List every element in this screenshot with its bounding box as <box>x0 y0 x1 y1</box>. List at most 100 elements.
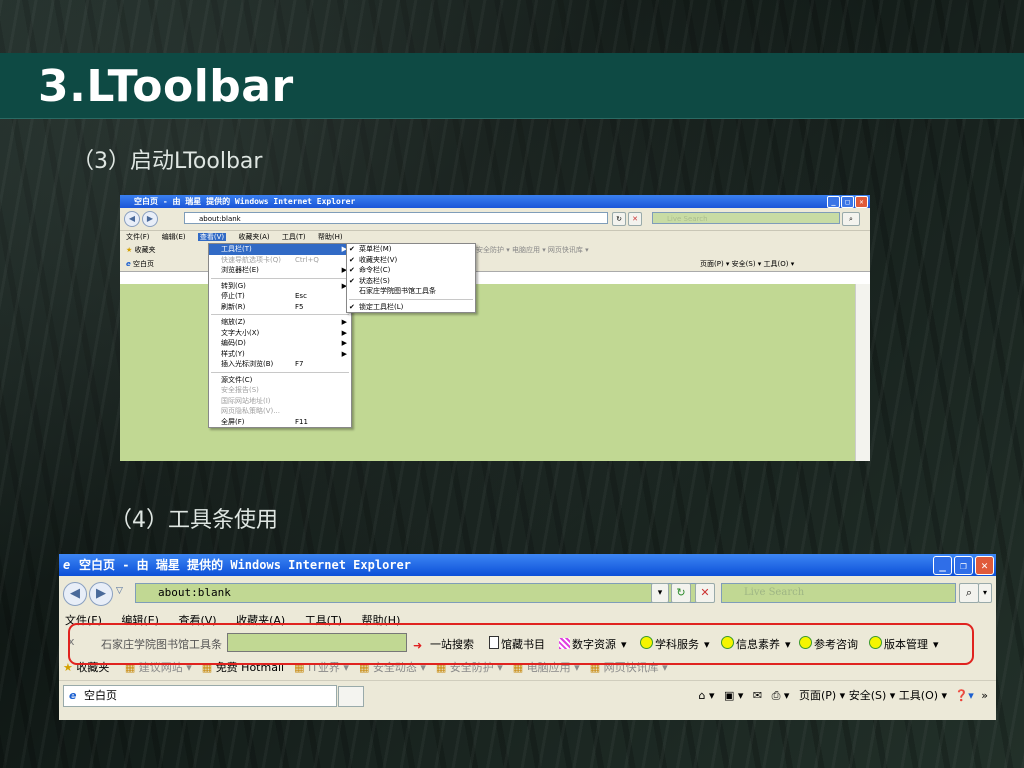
command-bar: ⌂ ▾ ▣ ▾ ✉ ⎙ ▾ 页面(P) ▾ 安全(S) ▾ 工具(O) ▾ ❓▾… <box>698 687 988 703</box>
view-menu-item[interactable]: 安全报告(S) <box>209 385 351 396</box>
toolbar-submenu-item[interactable]: ✔ 状态栏(S) <box>347 276 475 287</box>
toolbar-submenu-item[interactable]: ✔ 命令栏(C) <box>347 265 475 276</box>
view-menu-item[interactable]: 国际网站地址(I) <box>209 396 351 407</box>
menu-item-shortcut: Ctrl+Q <box>295 255 319 264</box>
menu-item-shortcut: F5 <box>295 302 304 311</box>
new-tab-button[interactable] <box>338 686 364 707</box>
menu-view[interactable]: 查看(V) <box>197 233 227 241</box>
menu-help[interactable]: 帮助(H) <box>318 233 343 241</box>
submenu-arrow-icon: ▶ <box>341 349 347 358</box>
view-menu-item[interactable]: 停止(T) Esc <box>209 291 351 302</box>
maximize-button[interactable]: ❐ <box>954 556 973 575</box>
print-icon[interactable]: ⎙ ▾ <box>772 689 790 702</box>
checkmark-icon: ✔ <box>349 255 355 264</box>
tab-blank-page[interactable]: e 空白页 <box>63 685 337 707</box>
search-options-icon[interactable]: ▾ <box>978 583 992 603</box>
stop-icon[interactable]: ✕ <box>695 583 715 603</box>
view-menu-item[interactable]: 插入光标浏览(B) F7 <box>209 359 351 370</box>
toolbar-submenu-item[interactable]: ✔ 收藏夹栏(V) <box>347 255 475 266</box>
menu-item-label: 停止(T) <box>221 292 245 300</box>
address-input[interactable]: about:blank <box>184 212 608 224</box>
menu-item-label: 锁定工具栏(L) <box>359 302 404 311</box>
menu-edit[interactable]: 编辑(E) <box>162 233 186 241</box>
forward-button[interactable]: ▶ <box>89 582 113 606</box>
menu-item-label: 快速导航选项卡(Q) <box>221 255 281 264</box>
toolbar-submenu-item[interactable]: 石家庄学院图书馆工具条 <box>347 286 475 297</box>
minimize-button[interactable]: _ <box>933 556 952 575</box>
view-menu-item[interactable]: 工具栏(T) ▶ <box>209 244 351 255</box>
mail-icon[interactable]: ✉ <box>753 689 762 702</box>
menu-item-label: 编码(D) <box>221 339 246 347</box>
menu-favorites[interactable]: 收藏夹(A) <box>238 233 269 241</box>
menu-item-label: 插入光标浏览(B) <box>221 360 274 368</box>
back-button[interactable]: ◀ <box>124 211 140 227</box>
menu-item-label: 转到(G) <box>221 281 246 290</box>
ie-icon: e <box>126 260 131 268</box>
help-icon[interactable]: ❓▾ <box>955 689 974 702</box>
feeds-icon[interactable]: ▣ ▾ <box>724 689 743 702</box>
menu-item-label: 收藏夹栏(V) <box>359 255 398 264</box>
search-icon[interactable]: ⌕ <box>842 212 860 226</box>
toolbar-submenu-item[interactable]: ✔ 锁定工具栏(L) <box>347 302 475 313</box>
window-title-text: 空白页 - 由 瑞星 提供的 Windows Internet Explorer <box>79 558 411 572</box>
caption-step3: （3）启动LToolbar <box>72 149 263 174</box>
close-button[interactable]: ✕ <box>855 196 868 208</box>
favorites-label[interactable]: 收藏夹 <box>135 246 156 254</box>
view-menu-item[interactable]: 文字大小(X) ▶ <box>209 328 351 339</box>
toolbars-submenu: ✔ 菜单栏(M) ✔ 收藏夹栏(V) ✔ 命令栏(C) ✔ 状态栏(S) 石家庄学院图书馆工具条… <box>346 243 476 313</box>
submenu-arrow-icon: ▶ <box>341 328 347 337</box>
submenu-arrow-icon: ▶ <box>341 318 347 326</box>
minimize-button[interactable]: _ <box>827 196 840 208</box>
address-input[interactable]: about:blank <box>135 583 705 603</box>
vertical-scrollbar[interactable] <box>855 284 870 461</box>
maximize-button[interactable]: □ <box>841 196 854 208</box>
tab-row: e 空白页 ⌂ ▾ ▣ ▾ ✉ ⎙ ▾ 页面(P) ▾ 安全(S) ▾ 工具(O… <box>59 680 996 711</box>
forward-button[interactable]: ▶ <box>142 211 158 227</box>
chevron-down-icon[interactable]: ▽ <box>116 586 123 596</box>
view-menu-item[interactable]: 源文件(C) <box>209 375 351 386</box>
tab-blank-page[interactable]: 空白页 <box>133 260 154 268</box>
view-menu-item[interactable]: 网页隐私策略(V)... <box>209 406 351 417</box>
search-input[interactable]: Live Search <box>721 583 956 603</box>
stop-button[interactable]: ✕ <box>628 212 642 226</box>
search-input[interactable]: Live Search <box>652 212 840 224</box>
dropdown-arrow-icon[interactable]: ▾ <box>651 583 669 603</box>
view-menu-item[interactable]: 全屏(F) F11 <box>209 417 351 428</box>
view-menu-item[interactable]: 缩放(Z) ▶ <box>209 317 351 328</box>
toolbar-submenu-item[interactable]: ✔ 菜单栏(M) <box>347 244 475 255</box>
chevron-more-icon[interactable]: » <box>981 689 988 702</box>
menu-separator <box>211 277 349 279</box>
view-menu-item[interactable]: 转到(G) ▶ <box>209 281 351 292</box>
back-button[interactable]: ◀ <box>63 582 87 606</box>
home-icon[interactable]: ⌂ ▾ <box>698 689 714 702</box>
menu-item-label: 源文件(C) <box>221 375 253 384</box>
menu-file[interactable]: 文件(F) <box>126 233 150 241</box>
view-menu-item[interactable]: 编码(D) ▶ <box>209 338 351 349</box>
command-bar[interactable]: 页面(P) ▾ 安全(S) ▾ 工具(O) ▾ <box>700 257 794 271</box>
view-menu-item[interactable]: 快速导航选项卡(Q) Ctrl+Q <box>209 255 351 266</box>
view-menu-item[interactable]: 刷新(R) F5 <box>209 302 351 313</box>
menu-item-label: 国际网站地址(I) <box>221 396 271 405</box>
address-bar-row: ◀ ▶ ▽ about:blank ▾ ↻ ✕ Live Search ⌕ ▾ <box>59 576 996 612</box>
menu-tools[interactable]: 工具(T) <box>282 233 306 241</box>
favorites-links[interactable]: 安全防护 ▾ 电脑应用 ▾ 网页快讯库 ▾ <box>476 243 589 257</box>
view-menu-item[interactable]: 样式(Y) ▶ <box>209 349 351 360</box>
ie-icon: e <box>63 558 71 572</box>
menu-item-label: 网页隐私策略(V)... <box>221 407 280 415</box>
checkmark-icon: ✔ <box>349 266 355 274</box>
command-menus[interactable]: 页面(P) ▾ 安全(S) ▾ 工具(O) ▾ <box>799 689 947 702</box>
menu-item-label: 安全报告(S) <box>221 386 259 394</box>
refresh-button[interactable]: ↻ <box>612 212 626 226</box>
checkmark-icon: ✔ <box>349 245 355 253</box>
menu-item-label: 工具栏(T) <box>221 245 252 253</box>
refresh-icon[interactable]: ↻ <box>671 583 691 603</box>
search-icon[interactable]: ⌕ <box>959 583 979 603</box>
menu-item-shortcut: F11 <box>295 417 308 426</box>
close-button[interactable]: ✕ <box>975 556 994 575</box>
highlight-frame <box>68 623 974 665</box>
menu-item-label: 菜单栏(M) <box>359 245 392 253</box>
tab-label: 空白页 <box>84 689 117 702</box>
star-icon: ★ <box>126 246 133 254</box>
menu-separator <box>349 298 473 300</box>
view-menu-item[interactable]: 浏览器栏(E) ▶ <box>209 265 351 276</box>
